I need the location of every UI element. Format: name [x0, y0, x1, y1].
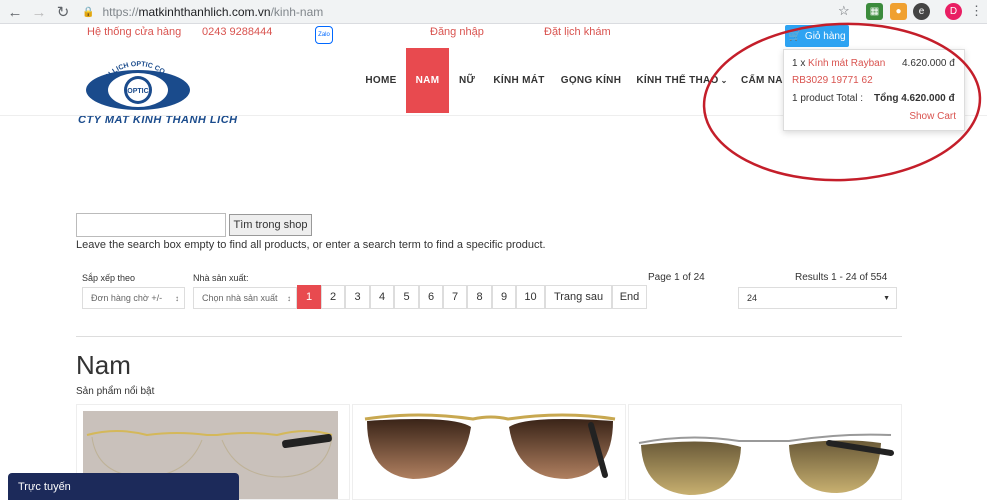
section-divider: [76, 336, 902, 337]
sort-select-value: Đơn hàng chờ +/-: [91, 293, 163, 303]
sort-arrows-icon: ↕: [175, 293, 179, 303]
booking-link[interactable]: Đặt lịch khám: [544, 26, 611, 38]
page-8[interactable]: 8: [467, 285, 492, 309]
results-info: Results 1 - 24 of 554: [795, 272, 888, 283]
menu-item-women[interactable]: NỮ: [455, 48, 479, 113]
reload-icon[interactable]: ↻: [52, 1, 74, 23]
back-arrow-icon[interactable]: ←: [4, 1, 26, 23]
zalo-icon[interactable]: Zalo: [315, 26, 333, 44]
product-card[interactable]: [352, 404, 626, 500]
url-path: /kinh-nam: [270, 5, 324, 19]
per-page-value: 24: [747, 293, 758, 303]
manufacturer-arrows-icon: ↕: [287, 293, 291, 303]
browser-menu-icon[interactable]: ⋮: [970, 3, 983, 19]
end-page-button[interactable]: End: [612, 285, 647, 309]
live-chat-tab[interactable]: Trực tuyến: [8, 473, 239, 500]
page-6[interactable]: 6: [419, 285, 443, 309]
phone-number[interactable]: 0243 9288444: [202, 26, 272, 38]
extension-icon-3[interactable]: e: [913, 3, 930, 20]
manufacturer-select-value: Chọn nhà sản xuất: [202, 293, 278, 303]
address-bar[interactable]: 🔒 https://matkinhthanhlich.com.vn/kinh-n…: [82, 2, 842, 22]
page-10[interactable]: 10: [516, 285, 545, 309]
page-1[interactable]: 1: [297, 285, 321, 309]
store-system-link[interactable]: Hệ thống cửa hàng: [87, 26, 181, 38]
page-9[interactable]: 9: [492, 285, 516, 309]
logo-center-text: OPTIC: [127, 88, 148, 95]
forward-arrow-icon[interactable]: →: [28, 1, 50, 23]
annotation-circle: [702, 22, 982, 182]
sort-select[interactable]: Đơn hàng chờ +/- ↕: [82, 287, 185, 309]
menu-item-home[interactable]: HOME: [361, 48, 401, 113]
product-image[interactable]: [629, 405, 902, 500]
page-5[interactable]: 5: [394, 285, 419, 309]
sort-label: Sắp xếp theo: [82, 273, 136, 283]
zalo-label: Zalo: [318, 32, 330, 38]
menu-item-sunglasses[interactable]: KÍNH MÁT: [491, 48, 547, 113]
page-3[interactable]: 3: [345, 285, 370, 309]
product-card[interactable]: [628, 404, 902, 500]
url-prefix: https://: [102, 5, 139, 19]
per-page-select[interactable]: 24 ▼: [738, 287, 897, 309]
url-host: matkinhthanhlich.com.vn: [138, 5, 271, 19]
search-button[interactable]: Tìm trong shop: [229, 214, 312, 236]
page-4[interactable]: 4: [370, 285, 394, 309]
product-image[interactable]: [353, 405, 626, 500]
page-2[interactable]: 2: [321, 285, 345, 309]
manufacturer-label: Nhà sản xuất:: [193, 273, 249, 283]
extension-icon-1[interactable]: ▦: [866, 3, 883, 20]
lock-icon: 🔒: [82, 6, 95, 18]
profile-avatar[interactable]: D: [945, 3, 962, 20]
search-help-text: Leave the search box empty to find all p…: [76, 239, 546, 251]
extension-icon-2[interactable]: ●: [890, 3, 907, 20]
page-title: Nam: [76, 350, 131, 380]
featured-heading: Sản phẩm nổi bật: [76, 386, 155, 397]
bookmark-star-icon[interactable]: ☆: [838, 3, 850, 19]
manufacturer-select[interactable]: Chọn nhà sản xuất ↕: [193, 287, 297, 309]
menu-item-men[interactable]: NAM: [406, 48, 449, 113]
page-info: Page 1 of 24: [648, 272, 705, 283]
search-input[interactable]: [76, 213, 226, 237]
next-page-button[interactable]: Trang sau: [545, 285, 612, 309]
login-link[interactable]: Đăng nhập: [430, 26, 484, 38]
dropdown-arrow-icon: ▼: [883, 294, 890, 302]
menu-item-frames[interactable]: GỌNG KÍNH: [560, 48, 622, 113]
page-7[interactable]: 7: [443, 285, 467, 309]
